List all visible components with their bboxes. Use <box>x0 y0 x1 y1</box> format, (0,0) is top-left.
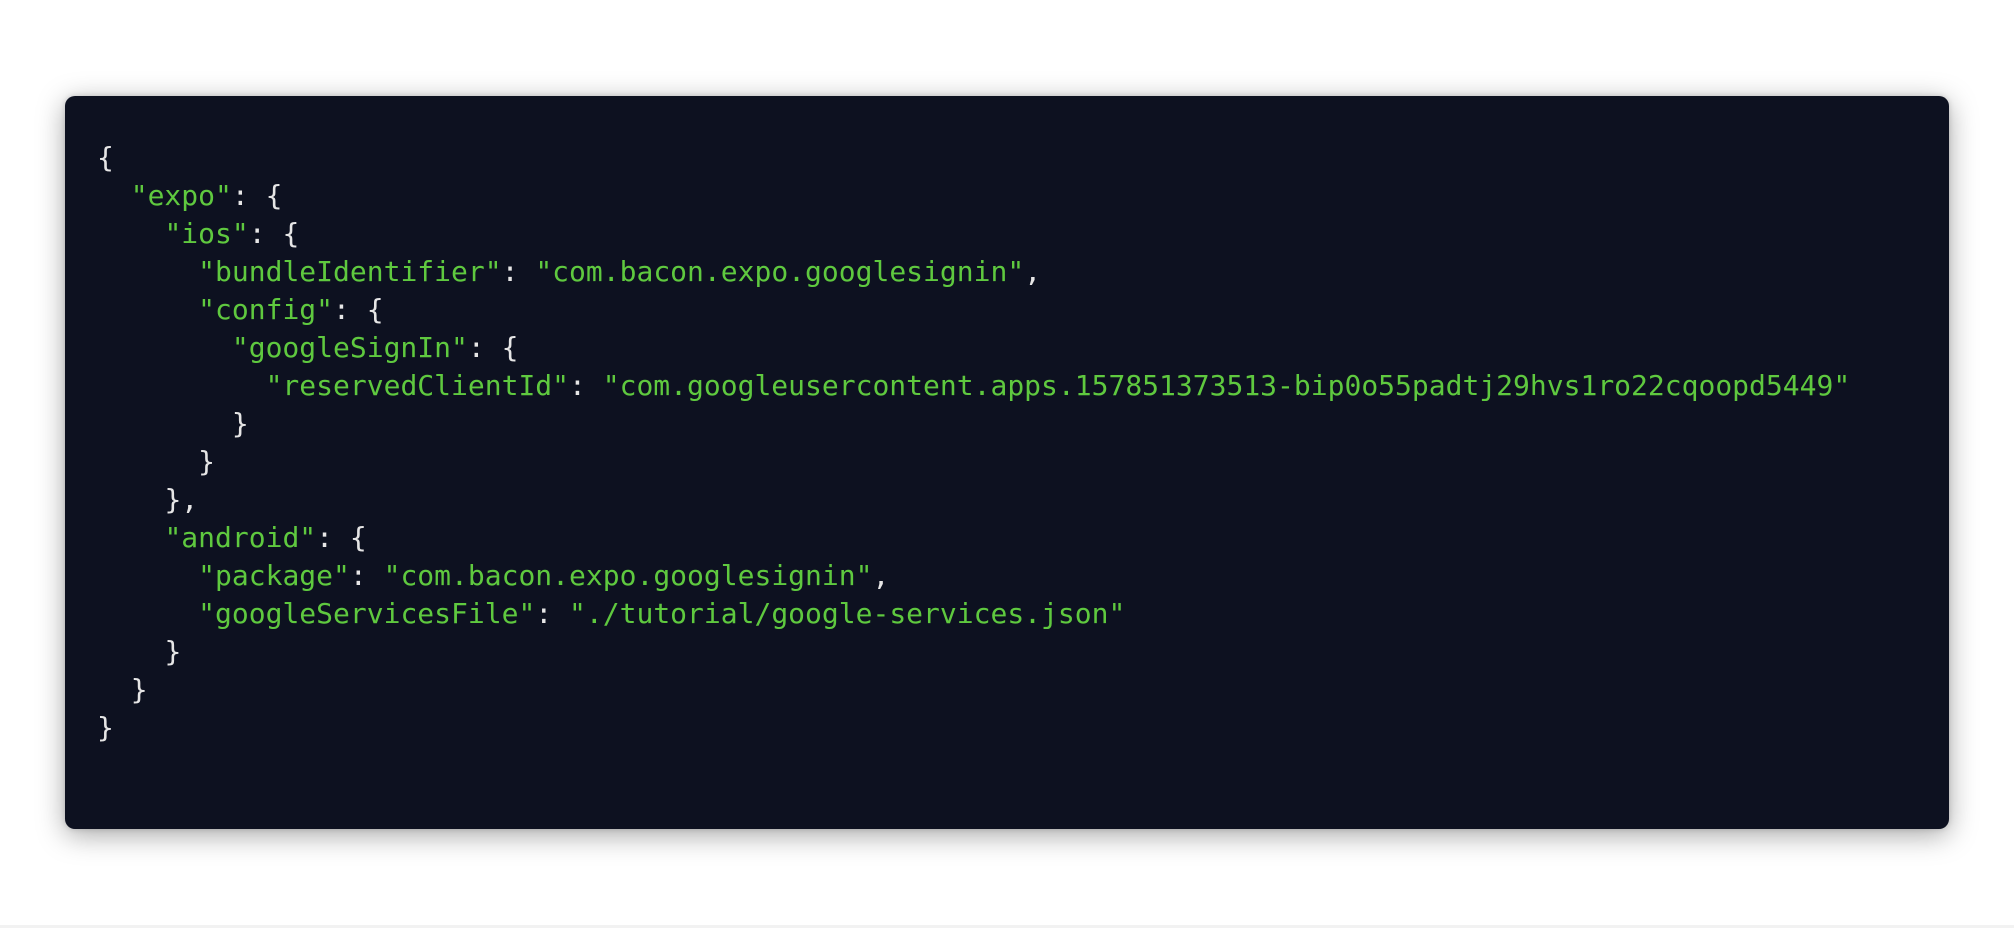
json-string-value: "./tutorial/google-services.json" <box>569 597 1126 630</box>
json-string-value: "com.bacon.expo.googlesignin" <box>383 559 873 592</box>
json-punctuation: { <box>97 141 114 174</box>
json-key: "reservedClientId" <box>265 369 570 402</box>
json-punctuation: : <box>501 255 536 288</box>
code-line: "reservedClientId": "com.googleuserconte… <box>97 367 1851 405</box>
json-key: "android" <box>164 521 317 554</box>
json-key: "expo" <box>130 179 232 212</box>
code-line: } <box>97 671 1850 709</box>
code-line: } <box>97 443 1850 481</box>
code-line: "android": { <box>97 519 1850 557</box>
json-punctuation: : { <box>333 293 384 326</box>
json-string-value: "com.bacon.expo.googlesignin" <box>535 255 1025 288</box>
json-punctuation: } <box>130 673 148 706</box>
code-line: "googleSignIn": { <box>97 329 1850 367</box>
json-key: "ios" <box>164 217 249 250</box>
json-punctuation: : <box>535 597 570 630</box>
json-punctuation: : { <box>248 217 300 250</box>
code-block: { "expo": { "ios": { "bundleIdentifier":… <box>97 139 1850 747</box>
json-punctuation: , <box>1024 255 1042 288</box>
json-punctuation: : { <box>467 331 519 364</box>
json-key: "googleSignIn" <box>231 331 468 364</box>
json-punctuation: : <box>569 369 603 402</box>
json-key: "googleServicesFile" <box>198 597 536 630</box>
json-string-value: "com.googleusercontent.apps.157851373513… <box>602 369 1851 402</box>
json-punctuation: } <box>231 407 249 440</box>
json-punctuation: } <box>97 711 114 744</box>
json-key: "package" <box>198 559 350 592</box>
code-line: "ios": { <box>97 215 1850 253</box>
code-line: } <box>97 709 1850 747</box>
json-punctuation: } <box>164 635 182 668</box>
json-punctuation: : { <box>316 521 367 554</box>
code-line: }, <box>97 481 1850 519</box>
code-line: "config": { <box>97 291 1850 329</box>
json-punctuation: , <box>872 559 890 592</box>
code-line: "expo": { <box>97 177 1850 215</box>
json-key: "config" <box>198 293 334 326</box>
json-key: "bundleIdentifier" <box>198 255 502 288</box>
json-punctuation: }, <box>164 483 199 516</box>
code-line: { <box>97 139 1850 177</box>
code-line: "package": "com.bacon.expo.googlesignin"… <box>97 557 1850 595</box>
json-punctuation: : <box>349 559 384 592</box>
json-punctuation: } <box>198 445 216 478</box>
code-line: } <box>97 633 1850 671</box>
code-line: } <box>97 405 1850 443</box>
json-punctuation: : { <box>231 179 283 212</box>
code-snippet-card: { "expo": { "ios": { "bundleIdentifier":… <box>65 96 1949 829</box>
code-line: "bundleIdentifier": "com.bacon.expo.goog… <box>97 253 1850 291</box>
code-line: "googleServicesFile": "./tutorial/google… <box>97 595 1850 633</box>
